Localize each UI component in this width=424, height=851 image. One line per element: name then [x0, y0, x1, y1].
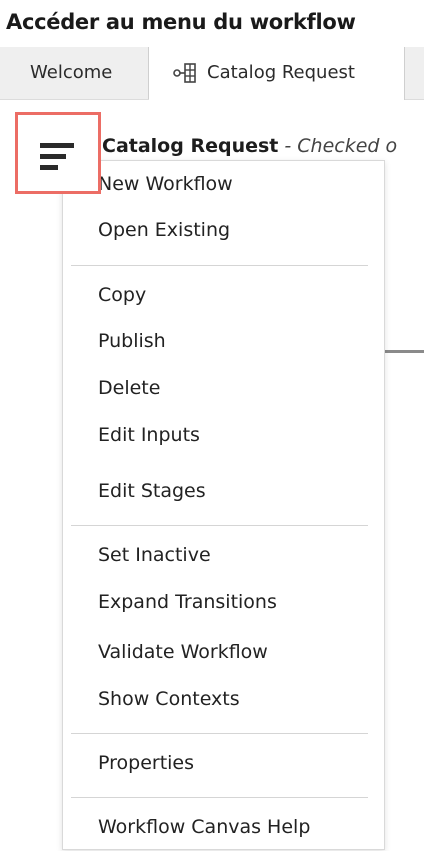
menu-item-properties[interactable]: Properties	[98, 746, 194, 780]
menu-item-set-inactive[interactable]: Set Inactive	[98, 538, 211, 572]
menu-separator	[71, 733, 368, 734]
hamburger-menu-icon	[40, 143, 74, 170]
menu-separator	[71, 265, 368, 266]
menu-separator	[71, 797, 368, 798]
document-title: Catalog Request	[102, 135, 279, 157]
document-header: Catalog Request - Checked o	[102, 133, 424, 159]
workflow-icon	[173, 63, 196, 83]
menu-item-new-workflow[interactable]: New Workflow	[98, 167, 233, 201]
menu-item-publish[interactable]: Publish	[98, 324, 166, 358]
menu-item-edit-inputs[interactable]: Edit Inputs	[98, 418, 200, 452]
tab-bar: Welcome Catalog Request	[0, 47, 424, 100]
document-status: - Checked o	[284, 135, 398, 157]
workflow-menu-button[interactable]	[15, 112, 101, 194]
canvas-divider	[380, 350, 424, 353]
tab-welcome-label: Welcome	[30, 62, 113, 83]
menu-separator	[71, 525, 368, 526]
tab-welcome[interactable]: Welcome	[6, 47, 149, 99]
workflow-menu: New Workflow Open Existing Copy Publish …	[62, 160, 385, 850]
menu-item-show-contexts[interactable]: Show Contexts	[98, 682, 240, 716]
menu-item-delete[interactable]: Delete	[98, 371, 160, 405]
menu-item-open-existing[interactable]: Open Existing	[98, 213, 230, 247]
menu-item-expand-transitions[interactable]: Expand Transitions	[98, 585, 277, 619]
tab-catalog-request-label: Catalog Request	[207, 62, 355, 83]
menu-item-edit-stages[interactable]: Edit Stages	[98, 474, 206, 508]
menu-item-validate-workflow[interactable]: Validate Workflow	[98, 635, 268, 669]
menu-item-workflow-canvas-help[interactable]: Workflow Canvas Help	[98, 810, 310, 844]
page-heading: Accéder au menu du workflow	[6, 10, 356, 34]
menu-item-copy[interactable]: Copy	[98, 278, 146, 312]
tab-catalog-request[interactable]: Catalog Request	[149, 47, 405, 100]
